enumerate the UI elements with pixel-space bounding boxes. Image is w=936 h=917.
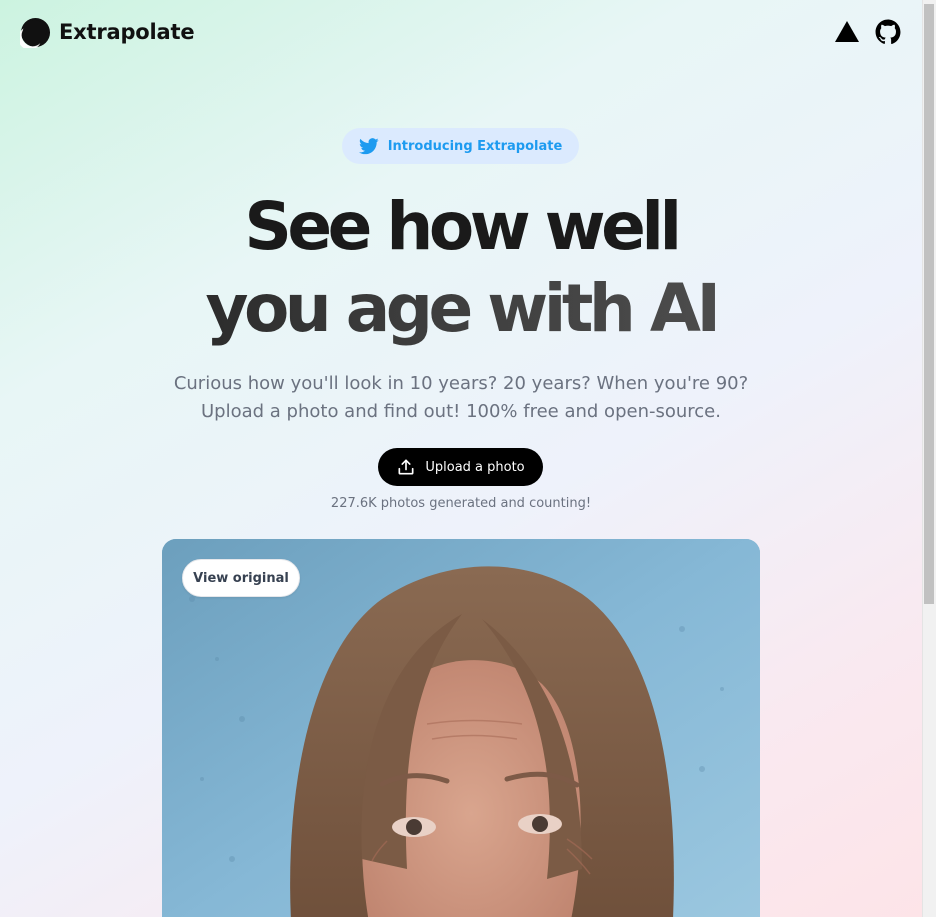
github-icon	[875, 19, 901, 44]
subtitle-line-1: Curious how you'll look in 10 years? 20 …	[173, 373, 749, 394]
vercel-link[interactable]	[834, 19, 860, 45]
upload-button-label: Upload a photo	[425, 459, 525, 475]
page-viewport: Extrapolate Introducing Extrapolate See …	[0, 0, 922, 917]
announcement-text: Introducing Extrapolate	[387, 138, 563, 154]
header-actions	[834, 19, 901, 45]
github-link[interactable]	[875, 19, 901, 45]
vercel-icon	[835, 21, 859, 42]
hero-subtitle: Curious how you'll look in 10 years? 20 …	[0, 370, 922, 426]
brand-link[interactable]: Extrapolate	[20, 17, 195, 48]
site-header: Extrapolate	[0, 0, 922, 64]
extrapolate-logo-icon	[20, 17, 51, 48]
upload-photo-button[interactable]: Upload a photo	[378, 448, 543, 486]
upload-icon	[398, 459, 414, 475]
scrollbar-thumb[interactable]	[924, 4, 934, 604]
subtitle-line-2: Upload a photo and find out! 100% free a…	[201, 401, 721, 422]
twitter-icon	[358, 138, 379, 155]
page-scrollbar[interactable]	[922, 0, 936, 917]
brand-name: Extrapolate	[59, 20, 195, 44]
photos-counter: 227.6K photos generated and counting!	[330, 496, 592, 511]
hero-headline: See how well you age with AI	[0, 186, 922, 350]
headline-line-2: you age with AI	[0, 268, 922, 350]
view-original-button[interactable]: View original	[182, 559, 300, 597]
announcement-pill[interactable]: Introducing Extrapolate	[342, 128, 579, 164]
headline-line-1: See how well	[244, 188, 682, 265]
